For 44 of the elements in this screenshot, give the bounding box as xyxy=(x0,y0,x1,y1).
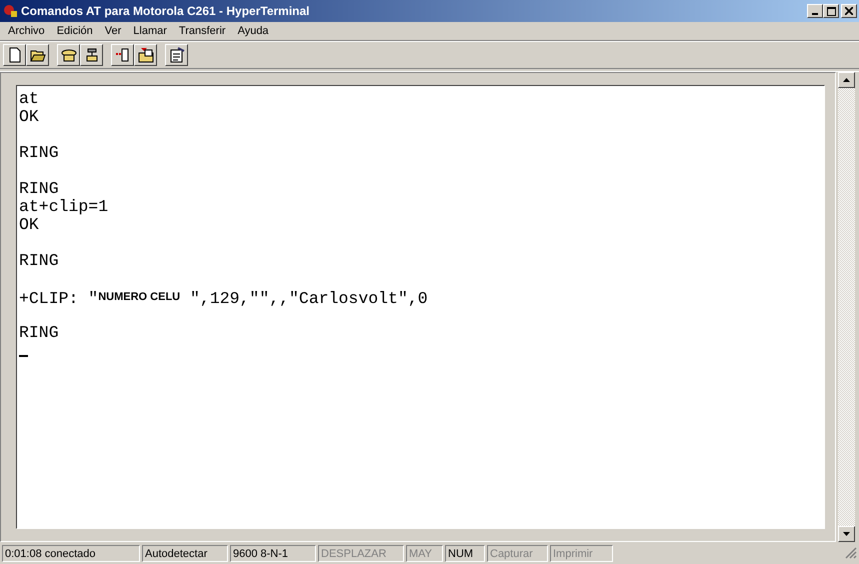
status-panel: MAY xyxy=(406,544,443,562)
folder-icon xyxy=(138,47,154,63)
toolbar-button[interactable] xyxy=(165,44,188,66)
scroll-up-button[interactable] xyxy=(838,72,855,88)
status-panel: 0:01:08 conectado xyxy=(2,544,140,562)
status-panel: Imprimir xyxy=(550,544,613,562)
terminal-line: OK xyxy=(19,112,39,124)
status-panel: Autodetectar xyxy=(142,544,228,562)
window-title: Comandos AT para Motorola C261 - HyperTerminal xyxy=(21,4,310,18)
menu-item[interactable]: Edición xyxy=(50,25,99,37)
menu-item[interactable]: Archivo xyxy=(2,25,51,37)
status-panel: NUM xyxy=(445,544,485,562)
terminal-line: at xyxy=(19,94,39,106)
terminal-line: RING xyxy=(19,148,59,160)
vertical-scrollbar[interactable] xyxy=(838,72,855,542)
close-button[interactable] xyxy=(841,4,857,18)
menu-item[interactable]: Ver xyxy=(98,25,128,37)
minimize-button[interactable] xyxy=(807,4,823,18)
resize-grip[interactable] xyxy=(845,547,857,559)
terminal-line: OK xyxy=(19,220,39,232)
maximize-icon xyxy=(826,6,836,16)
new-document-icon xyxy=(6,47,22,63)
close-icon xyxy=(845,7,853,15)
terminal-line: RING xyxy=(19,184,59,196)
scroll-down-button[interactable] xyxy=(838,526,855,542)
status-panel: 9600 8-N-1 xyxy=(230,544,316,562)
toolbar-button[interactable] xyxy=(26,44,49,66)
terminal-line: RING xyxy=(19,256,59,268)
toolbar-button[interactable] xyxy=(3,44,26,66)
properties-icon xyxy=(168,47,184,63)
status-panel: Capturar xyxy=(487,544,548,562)
menu-item[interactable]: Ayuda xyxy=(232,25,275,37)
down-arrow-icon xyxy=(843,532,850,536)
toolbar-button[interactable] xyxy=(57,44,80,66)
menu-item[interactable]: Llamar xyxy=(127,25,173,37)
menu-item[interactable]: Transferir xyxy=(172,25,232,37)
document-icon xyxy=(114,47,130,63)
toolbar-button[interactable] xyxy=(80,44,103,66)
status-panel: DESPLAZAR xyxy=(318,544,404,562)
terminal-line: RING xyxy=(19,328,59,340)
maximize-button[interactable] xyxy=(823,4,839,18)
toolbar-button[interactable] xyxy=(134,44,157,66)
toolbar-button[interactable] xyxy=(111,44,134,66)
up-arrow-icon xyxy=(843,78,850,82)
